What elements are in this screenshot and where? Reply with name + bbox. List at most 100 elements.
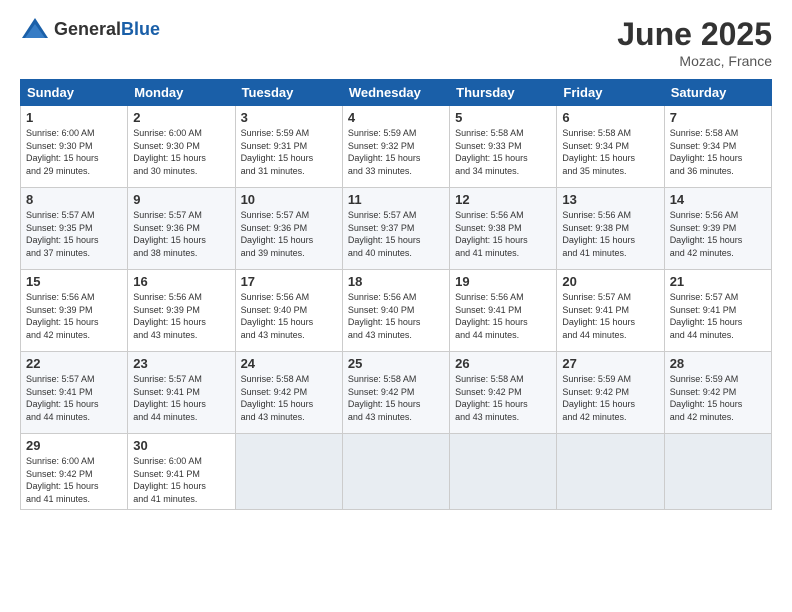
calendar-cell: 9 Sunrise: 5:57 AM Sunset: 9:36 PM Daylig… [128, 188, 235, 270]
calendar-cell: 18 Sunrise: 5:56 AM Sunset: 9:40 PM Dayli… [342, 270, 449, 352]
calendar-cell: 1Sunrise: 6:00 AM Sunset: 9:30 PM Daylig… [21, 106, 128, 188]
day-number: 5 [455, 110, 551, 125]
cell-info: Sunrise: 5:57 AM Sunset: 9:41 PM Dayligh… [26, 373, 122, 423]
day-number: 6 [562, 110, 658, 125]
calendar-cell: 20 Sunrise: 5:57 AM Sunset: 9:41 PM Dayli… [557, 270, 664, 352]
calendar-cell: 26 Sunrise: 5:58 AM Sunset: 9:42 PM Dayli… [450, 352, 557, 434]
day-header-thursday: Thursday [450, 80, 557, 106]
cell-info: Sunrise: 5:56 AM Sunset: 9:39 PM Dayligh… [133, 291, 229, 341]
calendar-cell: 24Sunrise: 5:58 AM Sunset: 9:42 PM Dayli… [235, 352, 342, 434]
day-number: 14 [670, 192, 766, 207]
cell-info: Sunrise: 5:57 AM Sunset: 9:36 PM Dayligh… [241, 209, 337, 259]
logo: GeneralBlue [20, 16, 160, 42]
calendar-cell: 21 Sunrise: 5:57 AM Sunset: 9:41 PM Dayli… [664, 270, 771, 352]
cell-info: Sunrise: 5:57 AM Sunset: 9:41 PM Dayligh… [562, 291, 658, 341]
calendar-cell: 28 Sunrise: 5:59 AM Sunset: 9:42 PM Dayli… [664, 352, 771, 434]
cell-info: Sunrise: 5:58 AM Sunset: 9:42 PM Dayligh… [241, 373, 337, 423]
day-number: 16 [133, 274, 229, 289]
day-number: 28 [670, 356, 766, 371]
day-header-monday: Monday [128, 80, 235, 106]
calendar-cell: 25 Sunrise: 5:58 AM Sunset: 9:42 PM Dayli… [342, 352, 449, 434]
calendar-cell [557, 434, 664, 510]
cell-info: Sunrise: 5:59 AM Sunset: 9:42 PM Dayligh… [670, 373, 766, 423]
cell-info: Sunrise: 5:57 AM Sunset: 9:37 PM Dayligh… [348, 209, 444, 259]
calendar-cell: 3 Sunrise: 5:59 AM Sunset: 9:31 PM Daylig… [235, 106, 342, 188]
day-number: 8 [26, 192, 122, 207]
day-number: 20 [562, 274, 658, 289]
day-number: 21 [670, 274, 766, 289]
calendar-cell: 11 Sunrise: 5:57 AM Sunset: 9:37 PM Dayli… [342, 188, 449, 270]
cell-info: Sunrise: 5:58 AM Sunset: 9:42 PM Dayligh… [348, 373, 444, 423]
cell-info: Sunrise: 5:56 AM Sunset: 9:40 PM Dayligh… [348, 291, 444, 341]
month-year: June 2025 [617, 16, 772, 53]
day-number: 9 [133, 192, 229, 207]
cell-info: Sunrise: 5:56 AM Sunset: 9:41 PM Dayligh… [455, 291, 551, 341]
calendar-cell [235, 434, 342, 510]
day-number: 22 [26, 356, 122, 371]
day-header-wednesday: Wednesday [342, 80, 449, 106]
day-number: 11 [348, 192, 444, 207]
cell-info: Sunrise: 5:56 AM Sunset: 9:38 PM Dayligh… [455, 209, 551, 259]
calendar-cell: 8 Sunrise: 5:57 AM Sunset: 9:35 PM Daylig… [21, 188, 128, 270]
cell-info: Sunrise: 5:59 AM Sunset: 9:32 PM Dayligh… [348, 127, 444, 177]
calendar-cell [450, 434, 557, 510]
cell-info: Sunrise: 5:58 AM Sunset: 9:34 PM Dayligh… [562, 127, 658, 177]
day-number: 13 [562, 192, 658, 207]
cell-info: Sunrise: 5:57 AM Sunset: 9:41 PM Dayligh… [670, 291, 766, 341]
day-header-tuesday: Tuesday [235, 80, 342, 106]
cell-info: Sunrise: 5:57 AM Sunset: 9:35 PM Dayligh… [26, 209, 122, 259]
calendar-cell: 5 Sunrise: 5:58 AM Sunset: 9:33 PM Daylig… [450, 106, 557, 188]
day-number: 3 [241, 110, 337, 125]
day-number: 12 [455, 192, 551, 207]
calendar-cell: 7Sunrise: 5:58 AM Sunset: 9:34 PM Daylig… [664, 106, 771, 188]
calendar-cell [664, 434, 771, 510]
day-number: 17 [241, 274, 337, 289]
cell-info: Sunrise: 5:59 AM Sunset: 9:31 PM Dayligh… [241, 127, 337, 177]
cell-info: Sunrise: 6:00 AM Sunset: 9:30 PM Dayligh… [133, 127, 229, 177]
day-number: 26 [455, 356, 551, 371]
cell-info: Sunrise: 5:58 AM Sunset: 9:42 PM Dayligh… [455, 373, 551, 423]
calendar-cell: 30 Sunrise: 6:00 AM Sunset: 9:41 PM Dayli… [128, 434, 235, 510]
calendar-header-row: SundayMondayTuesdayWednesdayThursdayFrid… [21, 80, 772, 106]
day-number: 15 [26, 274, 122, 289]
day-number: 23 [133, 356, 229, 371]
day-number: 29 [26, 438, 122, 453]
day-number: 27 [562, 356, 658, 371]
day-header-sunday: Sunday [21, 80, 128, 106]
calendar-cell: 4 Sunrise: 5:59 AM Sunset: 9:32 PM Daylig… [342, 106, 449, 188]
cell-info: Sunrise: 5:57 AM Sunset: 9:36 PM Dayligh… [133, 209, 229, 259]
day-header-saturday: Saturday [664, 80, 771, 106]
day-number: 19 [455, 274, 551, 289]
day-number: 25 [348, 356, 444, 371]
logo-icon [20, 16, 50, 42]
day-number: 4 [348, 110, 444, 125]
day-number: 1 [26, 110, 122, 125]
calendar-cell: 10 Sunrise: 5:57 AM Sunset: 9:36 PM Dayli… [235, 188, 342, 270]
cell-info: Sunrise: 5:58 AM Sunset: 9:33 PM Dayligh… [455, 127, 551, 177]
page: GeneralBlue June 2025 Mozac, France Sund… [0, 0, 792, 612]
day-number: 30 [133, 438, 229, 453]
title-section: June 2025 Mozac, France [617, 16, 772, 69]
calendar-cell: 13 Sunrise: 5:56 AM Sunset: 9:38 PM Dayli… [557, 188, 664, 270]
calendar-cell: 19 Sunrise: 5:56 AM Sunset: 9:41 PM Dayli… [450, 270, 557, 352]
day-number: 7 [670, 110, 766, 125]
calendar-cell: 14Sunrise: 5:56 AM Sunset: 9:39 PM Dayli… [664, 188, 771, 270]
calendar-table: SundayMondayTuesdayWednesdayThursdayFrid… [20, 79, 772, 510]
calendar-cell: 15 Sunrise: 5:56 AM Sunset: 9:39 PM Dayli… [21, 270, 128, 352]
cell-info: Sunrise: 5:56 AM Sunset: 9:38 PM Dayligh… [562, 209, 658, 259]
location: Mozac, France [617, 53, 772, 69]
day-number: 10 [241, 192, 337, 207]
calendar-cell: 6 Sunrise: 5:58 AM Sunset: 9:34 PM Daylig… [557, 106, 664, 188]
calendar-cell: 12 Sunrise: 5:56 AM Sunset: 9:38 PM Dayli… [450, 188, 557, 270]
calendar-cell: 27Sunrise: 5:59 AM Sunset: 9:42 PM Dayli… [557, 352, 664, 434]
header: GeneralBlue June 2025 Mozac, France [20, 16, 772, 69]
cell-info: Sunrise: 5:57 AM Sunset: 9:41 PM Dayligh… [133, 373, 229, 423]
day-number: 18 [348, 274, 444, 289]
cell-info: Sunrise: 6:00 AM Sunset: 9:42 PM Dayligh… [26, 455, 122, 505]
cell-info: Sunrise: 5:56 AM Sunset: 9:40 PM Dayligh… [241, 291, 337, 341]
day-number: 2 [133, 110, 229, 125]
cell-info: Sunrise: 6:00 AM Sunset: 9:41 PM Dayligh… [133, 455, 229, 505]
cell-info: Sunrise: 5:56 AM Sunset: 9:39 PM Dayligh… [26, 291, 122, 341]
day-header-friday: Friday [557, 80, 664, 106]
logo-text-blue: Blue [121, 19, 160, 39]
